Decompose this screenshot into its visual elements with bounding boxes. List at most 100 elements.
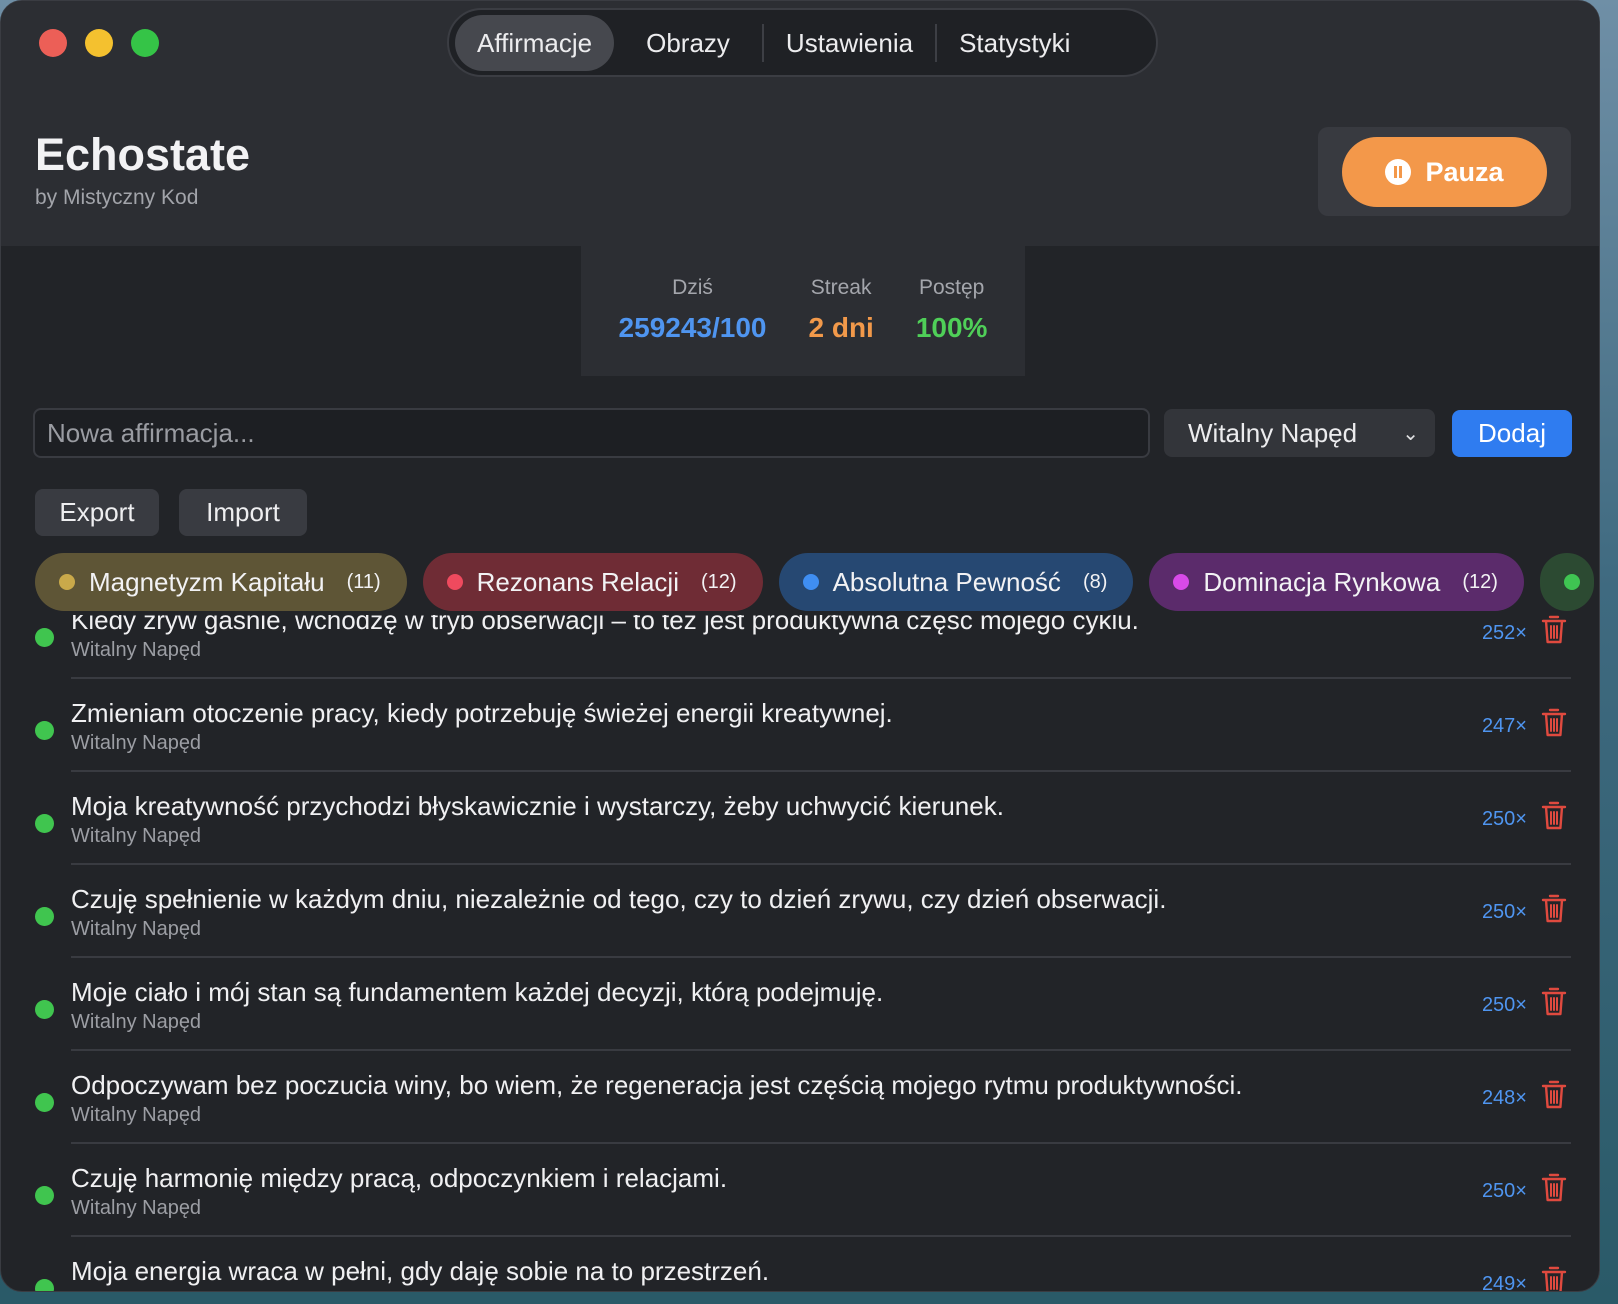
pause-icon bbox=[1385, 159, 1412, 185]
affirmation-list: Kiedy zryw gaśnie, wchodzę w tryb obserw… bbox=[1, 615, 1599, 1291]
affirmation-category: Witalny Napęd bbox=[71, 1290, 201, 1291]
affirmation-category: Witalny Napęd bbox=[71, 639, 202, 661]
app-subtitle: by Mistyczny Kod bbox=[35, 186, 199, 209]
trash-icon[interactable] bbox=[1541, 801, 1567, 831]
repetition-count: 250× bbox=[1481, 808, 1527, 830]
affirmation-category: Witalny Napęd bbox=[71, 732, 202, 754]
affirmation-text: Moja energia wraca w pełni, gdy daję sob… bbox=[71, 1256, 770, 1286]
category-dot-icon bbox=[35, 1186, 54, 1205]
minimize-window-button[interactable] bbox=[85, 29, 113, 57]
category-dot-icon bbox=[35, 814, 54, 833]
pause-panel: Pauza bbox=[1318, 127, 1571, 216]
row-divider bbox=[71, 1049, 1571, 1051]
repetition-count: 247× bbox=[1481, 715, 1527, 737]
repetition-count: 252× bbox=[1481, 622, 1527, 644]
tab-affirmacje[interactable]: Affirmacje bbox=[455, 14, 615, 71]
affirmation-text: Kiedy zryw gaśnie, wchodzę w tryb obserw… bbox=[71, 615, 1139, 635]
trash-icon[interactable] bbox=[1541, 615, 1567, 645]
category-chip-label: Absolutna Pewność bbox=[832, 566, 1061, 597]
window-controls bbox=[39, 29, 159, 57]
category-chip-count: (11) bbox=[346, 570, 381, 593]
trash-icon[interactable] bbox=[1541, 1173, 1567, 1203]
category-dot-icon bbox=[35, 1093, 54, 1112]
category-chip[interactable]: Dominacja Rynkowa (12) bbox=[1149, 553, 1524, 611]
affirmation-category: Witalny Napęd bbox=[71, 1104, 202, 1126]
category-chips: Magnetyzm Kapitału (11) Rezonans Relacji (1… bbox=[35, 553, 1594, 611]
affirmation-category: Witalny Napęd bbox=[71, 825, 202, 847]
category-chip[interactable] bbox=[1539, 553, 1594, 611]
category-chip-count: (12) bbox=[700, 570, 737, 593]
category-chip-label: Dominacja Rynkowa bbox=[1203, 566, 1441, 597]
category-chip-count: (8) bbox=[1082, 570, 1108, 593]
tab-obrazy[interactable]: Obrazy bbox=[624, 15, 752, 71]
affirmation-text: Czuję spełnienie w każdym dniu, niezależ… bbox=[71, 884, 1167, 914]
category-chip[interactable]: Absolutna Pewność (8) bbox=[778, 553, 1134, 611]
stat-progress-value: 100% bbox=[915, 312, 988, 343]
affirmation-text: Zmieniam otoczenie pracy, kiedy potrzebu… bbox=[71, 698, 893, 728]
category-chip-count: (12) bbox=[1462, 570, 1498, 593]
trash-icon[interactable] bbox=[1541, 894, 1567, 924]
row-divider bbox=[71, 770, 1571, 772]
repetition-count: 250× bbox=[1481, 994, 1527, 1016]
row-divider bbox=[71, 677, 1571, 679]
category-chip-label: Magnetyzm Kapitału bbox=[89, 566, 325, 597]
stat-today-label: Dziś bbox=[672, 276, 713, 299]
affirmation-category: Witalny Napęd bbox=[71, 918, 202, 940]
category-dot-icon bbox=[802, 574, 819, 590]
category-dot-icon bbox=[35, 628, 54, 647]
repetition-count: 248× bbox=[1481, 1087, 1527, 1109]
category-select-value: Witalny Napęd bbox=[1188, 417, 1358, 448]
export-button[interactable]: Export bbox=[35, 489, 159, 536]
trash-icon[interactable] bbox=[1541, 708, 1567, 738]
category-dot-icon bbox=[1563, 574, 1580, 590]
stat-streak-label: Streak bbox=[810, 276, 872, 299]
category-dot-icon bbox=[446, 574, 463, 590]
row-divider bbox=[71, 1235, 1571, 1237]
zoom-window-button[interactable] bbox=[131, 29, 159, 57]
tab-ustawienia[interactable]: Ustawienia bbox=[764, 15, 935, 71]
pause-button[interactable]: Pauza bbox=[1342, 137, 1547, 207]
new-affirmation-input[interactable] bbox=[33, 408, 1150, 458]
category-dot-icon bbox=[59, 574, 75, 590]
affirmation-text: Odpoczywam bez poczucia winy, bo wiem, ż… bbox=[71, 1070, 1243, 1100]
chevron-down-icon: ⌄ bbox=[1402, 422, 1419, 445]
tab-statystyki[interactable]: Statystyki bbox=[937, 15, 1092, 71]
category-chip[interactable]: Rezonans Relacji (12) bbox=[422, 553, 763, 611]
repetition-count: 250× bbox=[1481, 901, 1527, 923]
affirmation-row[interactable]: Czuję spełnienie w każdym dniu, niezależ… bbox=[1, 884, 1599, 987]
affirmation-row[interactable]: Moje ciało i mój stan są fundamentem każ… bbox=[1, 977, 1599, 1080]
app-window: Affirmacje Obrazy Ustawienia Statystyki … bbox=[0, 0, 1600, 1292]
app-title: Echostate bbox=[35, 129, 251, 180]
affirmation-row[interactable]: Odpoczywam bez poczucia winy, bo wiem, ż… bbox=[1, 1070, 1599, 1173]
category-select[interactable]: Witalny Napęd ⌄ bbox=[1164, 409, 1435, 457]
stat-streak: Streak 2 dni bbox=[808, 276, 873, 376]
trash-icon[interactable] bbox=[1541, 1266, 1567, 1291]
affirmation-row[interactable]: Zmieniam otoczenie pracy, kiedy potrzebu… bbox=[1, 698, 1599, 801]
trash-icon[interactable] bbox=[1541, 987, 1567, 1017]
add-button[interactable]: Dodaj bbox=[1452, 410, 1572, 457]
affirmation-row[interactable]: Kiedy zryw gaśnie, wchodzę w tryb obserw… bbox=[1, 615, 1599, 708]
repetition-count: 250× bbox=[1481, 1180, 1527, 1202]
category-dot-icon bbox=[35, 1279, 54, 1291]
category-chip[interactable]: Magnetyzm Kapitału (11) bbox=[35, 553, 407, 611]
affirmation-text: Czuję harmonię między pracą, odpoczynkie… bbox=[71, 1163, 728, 1193]
trash-icon[interactable] bbox=[1541, 1080, 1567, 1110]
affirmation-row[interactable]: Moja kreatywność przychodzi błyskawiczni… bbox=[1, 791, 1599, 894]
stat-today-value: 259243/100 bbox=[618, 312, 767, 343]
affirmation-text: Moje ciało i mój stan są fundamentem każ… bbox=[71, 977, 884, 1007]
close-window-button[interactable] bbox=[39, 29, 67, 57]
category-dot-icon bbox=[35, 721, 54, 740]
pause-label: Pauza bbox=[1425, 156, 1504, 187]
stat-progress-label: Postęp bbox=[918, 276, 985, 299]
affirmation-category: Witalny Napęd bbox=[71, 1011, 202, 1033]
stat-progress: Postęp 100% bbox=[916, 276, 988, 376]
stat-today: Dziś 259243/100 bbox=[619, 276, 767, 376]
header-bar: Affirmacje Obrazy Ustawienia Statystyki … bbox=[1, 1, 1599, 246]
affirmation-row[interactable]: Czuję harmonię między pracą, odpoczynkie… bbox=[1, 1163, 1599, 1266]
main-tabs: Affirmacje Obrazy Ustawienia Statystyki bbox=[447, 8, 1158, 77]
category-dot-icon bbox=[35, 1000, 54, 1019]
import-button[interactable]: Import bbox=[179, 489, 307, 536]
affirmation-row[interactable]: Moja energia wraca w pełni, gdy daję sob… bbox=[1, 1256, 1599, 1291]
affirmation-text: Moja kreatywność przychodzi błyskawiczni… bbox=[71, 791, 1004, 821]
category-dot-icon bbox=[35, 907, 54, 926]
